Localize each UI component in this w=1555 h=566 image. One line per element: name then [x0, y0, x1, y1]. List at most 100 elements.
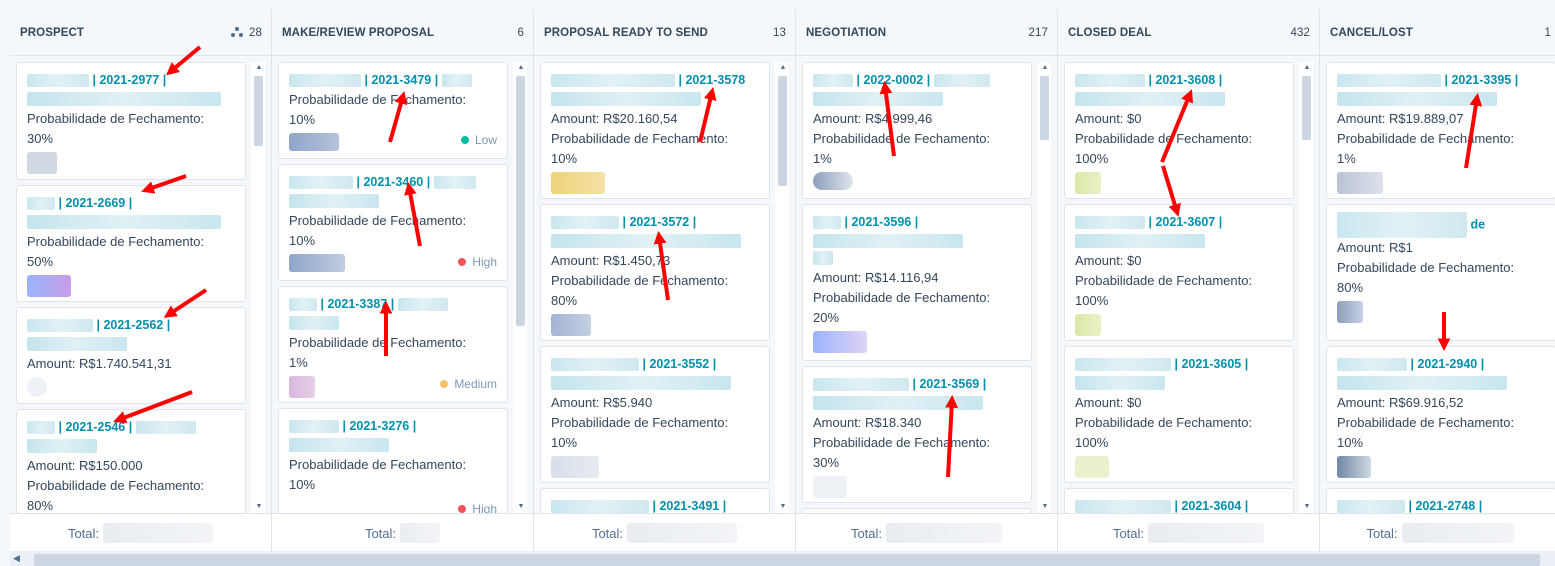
deal-card[interactable]: | 2021-3578 Amount: R$20.160,54 Probabil…: [540, 62, 770, 199]
scroll-thumb[interactable]: [778, 76, 787, 186]
avatar[interactable]: [289, 133, 339, 151]
blurred-text: [813, 251, 833, 265]
scroll-down-icon[interactable]: ▼: [517, 503, 525, 511]
card-line: Probabilidade de Fechamento:: [1075, 273, 1253, 288]
blurred-text: [289, 194, 379, 208]
avatar[interactable]: [1075, 314, 1101, 336]
deal-card[interactable]: | 2021-3491 |: [540, 488, 770, 513]
deal-card[interactable]: | 2021-3395 | Amount: R$19.889,07 Probab…: [1326, 62, 1555, 199]
avatar[interactable]: [813, 172, 853, 190]
scroll-thumb[interactable]: [1040, 76, 1049, 140]
card-line: 100%: [1075, 435, 1109, 450]
deal-title[interactable]: | 2021-2669 |: [27, 193, 235, 213]
deal-card[interactable]: | 2021-2940 | Amount: R$69.916,52 Probab…: [1326, 346, 1555, 483]
deal-title[interactable]: | 2021-3605 |: [1075, 354, 1283, 374]
deal-title[interactable]: | 2021-3607 |: [1075, 212, 1283, 232]
priority-dot-icon: [458, 258, 467, 266]
avatar[interactable]: [813, 476, 847, 498]
deal-title[interactable]: | 2021-3395 |: [1337, 70, 1545, 90]
avatar[interactable]: [551, 456, 599, 478]
deal-title[interactable]: | 2021-2748 |: [1337, 496, 1545, 513]
blurred-total: [1148, 523, 1265, 543]
avatar[interactable]: [27, 377, 47, 397]
scroll-up-icon[interactable]: ▲: [1303, 64, 1311, 72]
avatar[interactable]: [27, 275, 71, 297]
avatar[interactable]: [27, 152, 57, 174]
deal-title[interactable]: | 2021-3479 |: [289, 70, 497, 90]
deal-card[interactable]: de Amount: R$1 Probabilidade de Fechamen…: [1326, 204, 1555, 341]
deal-card[interactable]: | 2021-3572 | Amount: R$1.450,73 Probabi…: [540, 204, 770, 341]
blurred-total: [886, 523, 1003, 543]
deal-card[interactable]: | 2021-3604 |: [1064, 488, 1294, 513]
avatar[interactable]: [813, 331, 867, 353]
deal-card[interactable]: | 2021-3387 | Probabilidade de Fechament…: [278, 286, 508, 403]
scroll-up-icon[interactable]: ▲: [255, 64, 263, 72]
blurred-text: [1075, 376, 1165, 390]
deal-title[interactable]: | 2021-3552 |: [551, 354, 759, 374]
deal-card[interactable]: | 2021-3605 | Amount: $0 Probabilidade d…: [1064, 346, 1294, 483]
card-line: Probabilidade de Fechamento:: [1337, 131, 1515, 146]
scroll-up-icon[interactable]: ▲: [779, 64, 787, 72]
deal-title[interactable]: | 2021-2977 |: [27, 70, 235, 90]
avatar[interactable]: [289, 376, 315, 398]
footer-total-label: Total:: [364, 525, 397, 541]
deal-title[interactable]: | 2021-3596 |: [813, 212, 1021, 232]
deal-card[interactable]: | 2021-3276 | Probabilidade de Fechament…: [278, 408, 508, 513]
deal-title[interactable]: | 2021-3387 |: [289, 294, 497, 314]
deal-title[interactable]: | 2021-2546 |: [27, 417, 235, 437]
scroll-down-icon[interactable]: ▼: [1041, 503, 1049, 511]
deal-card[interactable]: | 2021-2748 |: [1326, 488, 1555, 513]
column-title: MAKE/REVIEW PROPOSAL: [282, 26, 435, 39]
deal-title[interactable]: | 2021-3276 |: [289, 416, 497, 436]
avatar[interactable]: [1075, 456, 1109, 478]
deal-title[interactable]: | 2021-2562 |: [27, 315, 235, 335]
scroll-thumb[interactable]: [254, 76, 263, 146]
deal-card[interactable]: | 2021-2562 | Amount: R$1.740.541,31: [16, 307, 246, 404]
scroll-up-icon[interactable]: ▲: [1041, 64, 1049, 72]
deal-title[interactable]: | 2021-3578: [551, 70, 759, 90]
avatar[interactable]: [551, 172, 605, 194]
scroll-up-icon[interactable]: ▲: [517, 64, 525, 72]
avatar[interactable]: [1075, 172, 1101, 194]
horizontal-scroll-thumb[interactable]: [34, 554, 1540, 566]
card-line: 10%: [551, 435, 578, 450]
scroll-down-icon[interactable]: ▼: [255, 503, 263, 511]
scroll-thumb[interactable]: [516, 76, 525, 326]
deal-card[interactable]: | 2021-3552 | Amount: R$5.940 Probabilid…: [540, 346, 770, 483]
avatar[interactable]: [1337, 301, 1363, 323]
card-line: Amount: $0: [1075, 111, 1142, 126]
assign-icon[interactable]: [231, 27, 243, 38]
horizontal-scrollbar[interactable]: ◀: [10, 551, 1555, 566]
scroll-down-icon[interactable]: ▼: [779, 503, 787, 511]
card-line: Probabilidade de Fechamento:: [289, 335, 467, 350]
scroll-thumb[interactable]: [1302, 76, 1311, 140]
deal-title[interactable]: | 2021-3608 |: [1075, 70, 1283, 90]
deal-card[interactable]: | 2021-2546 | Amount: R$150.000 Probabil…: [16, 409, 246, 513]
scroll-down-icon[interactable]: ▼: [1303, 503, 1311, 511]
deal-title[interactable]: | 2021-3604 |: [1075, 496, 1283, 513]
deal-title[interactable]: | 2021-3491 |: [551, 496, 759, 513]
column-count: 6: [517, 26, 524, 39]
deal-card[interactable]: | 2021-3460 | Probabilidade de Fechament…: [278, 164, 508, 281]
deal-card[interactable]: | 2021-3608 | Amount: $0 Probabilidade d…: [1064, 62, 1294, 199]
deal-title[interactable]: | 2021-3572 |: [551, 212, 759, 232]
deal-title[interactable]: de: [1337, 212, 1545, 238]
avatar[interactable]: [1337, 172, 1383, 194]
avatar[interactable]: [289, 254, 345, 272]
deal-card[interactable]: | 2021-3569 | Amount: R$18.340 Probabili…: [802, 366, 1032, 503]
avatar[interactable]: [551, 314, 591, 336]
deal-card[interactable]: | 2021-2977 | Probabilidade de Fechament…: [16, 62, 246, 180]
deal-card[interactable]: | 2021-3607 | Amount: $0 Probabilidade d…: [1064, 204, 1294, 341]
deal-title[interactable]: | 2022-0002 |: [813, 70, 1021, 90]
deal-title[interactable]: | 2021-3460 |: [289, 172, 497, 192]
deal-card[interactable]: | 2021-3596 | Amount: R$14.116,94 Probab…: [802, 204, 1032, 361]
deal-title[interactable]: | 2021-3569 |: [813, 374, 1021, 394]
deal-card[interactable]: | 2021-2669 | Probabilidade de Fechament…: [16, 185, 246, 302]
avatar[interactable]: [1337, 456, 1371, 478]
deal-card[interactable]: | 2021-3479 | Probabilidade de Fechament…: [278, 62, 508, 159]
blurred-text: [1075, 234, 1205, 248]
scroll-left-icon[interactable]: ◀: [13, 553, 20, 564]
deal-title[interactable]: | 2021-2940 |: [1337, 354, 1545, 374]
deal-card[interactable]: | 2022-0002 | Amount: R$4.999,46 Probabi…: [802, 62, 1032, 199]
footer-total-label: Total:: [67, 525, 100, 541]
